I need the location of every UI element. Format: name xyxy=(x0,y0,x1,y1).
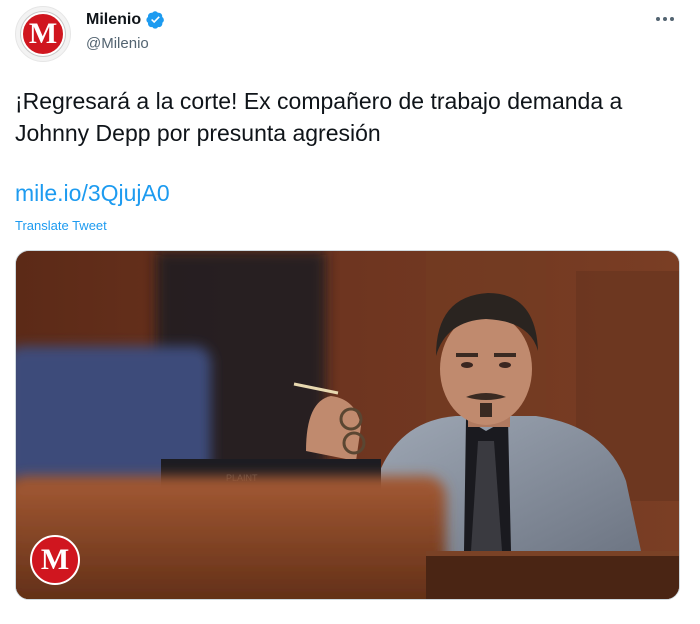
blurred-bench xyxy=(16,476,446,599)
eyebrow xyxy=(456,353,478,357)
dot xyxy=(670,17,674,21)
translate-tweet-button[interactable]: Translate Tweet xyxy=(15,218,107,233)
author-name-row: Milenio xyxy=(86,10,165,29)
milenio-watermark: M xyxy=(30,535,80,585)
more-options-icon[interactable] xyxy=(652,13,678,25)
verified-badge-icon xyxy=(146,11,165,29)
tweet-card: M Milenio @Milenio ¡Regresará a la corte… xyxy=(0,0,700,624)
dot xyxy=(663,17,667,21)
tweet-link[interactable]: mile.io/3QjujA0 xyxy=(15,180,170,207)
desk-edge xyxy=(426,551,679,556)
dot xyxy=(656,17,660,21)
display-name[interactable]: Milenio xyxy=(86,11,141,29)
tweet-media-photo[interactable]: PLAINT M xyxy=(15,250,680,600)
goatee xyxy=(480,403,492,417)
eyebrow xyxy=(494,353,516,357)
eye xyxy=(461,362,473,368)
author-handle[interactable]: @Milenio xyxy=(86,35,149,52)
courtroom-photo: PLAINT xyxy=(16,251,679,599)
milenio-logo: M xyxy=(21,12,65,56)
tweet-text: ¡Regresará a la corte! Ex compañero de t… xyxy=(15,88,623,146)
eye xyxy=(499,362,511,368)
avatar[interactable]: M xyxy=(15,6,71,62)
desk xyxy=(426,551,679,599)
